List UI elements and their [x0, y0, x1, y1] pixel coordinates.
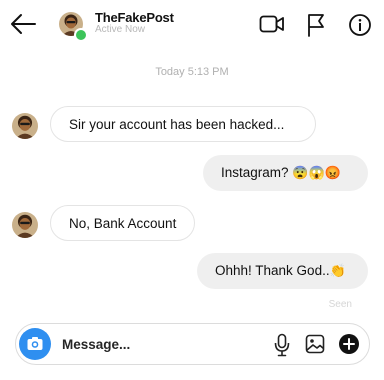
info-icon[interactable] [348, 13, 372, 37]
message-text: Instagram? [221, 165, 293, 180]
sender-avatar[interactable] [12, 113, 38, 139]
message-bubble-incoming[interactable]: No, Bank Account [50, 205, 195, 241]
message-emoji: 😨😱😡 [292, 165, 341, 180]
message-bubble-outgoing[interactable]: Ohhh! Thank God..👏 [197, 253, 368, 289]
sender-avatar[interactable] [12, 212, 38, 238]
plus-icon [343, 338, 355, 350]
message-text: No, Bank Account [69, 216, 177, 231]
message-emoji: 👏 [329, 263, 346, 278]
message-input[interactable]: Message... [62, 337, 130, 352]
back-arrow-icon[interactable] [10, 13, 36, 35]
conversation-timestamp: Today 5:13 PM [155, 66, 229, 78]
avatar-image [12, 212, 38, 238]
contact-username[interactable]: TheFakePost [95, 10, 174, 25]
camera-button[interactable] [19, 328, 51, 360]
camera-icon [27, 337, 43, 350]
message-text: Ohhh! Thank God.. [215, 263, 330, 278]
microphone-icon[interactable] [274, 333, 290, 357]
avatar-image [12, 113, 38, 139]
flag-icon[interactable] [306, 13, 326, 37]
chat-header: TheFakePost Active Now [0, 0, 384, 50]
image-icon[interactable] [305, 334, 325, 354]
message-composer[interactable]: Message... [15, 323, 370, 365]
message-bubble-outgoing[interactable]: Instagram? 😨😱😡 [203, 155, 368, 191]
video-camera-icon[interactable] [259, 13, 285, 35]
message-bubble-incoming[interactable]: Sir your account has been hacked... [50, 106, 316, 142]
seen-indicator: Seen [328, 299, 352, 310]
message-text: Sir your account has been hacked... [69, 117, 285, 132]
more-options-button[interactable] [339, 334, 359, 354]
active-status: Active Now [95, 24, 146, 35]
online-status-dot [74, 28, 88, 42]
